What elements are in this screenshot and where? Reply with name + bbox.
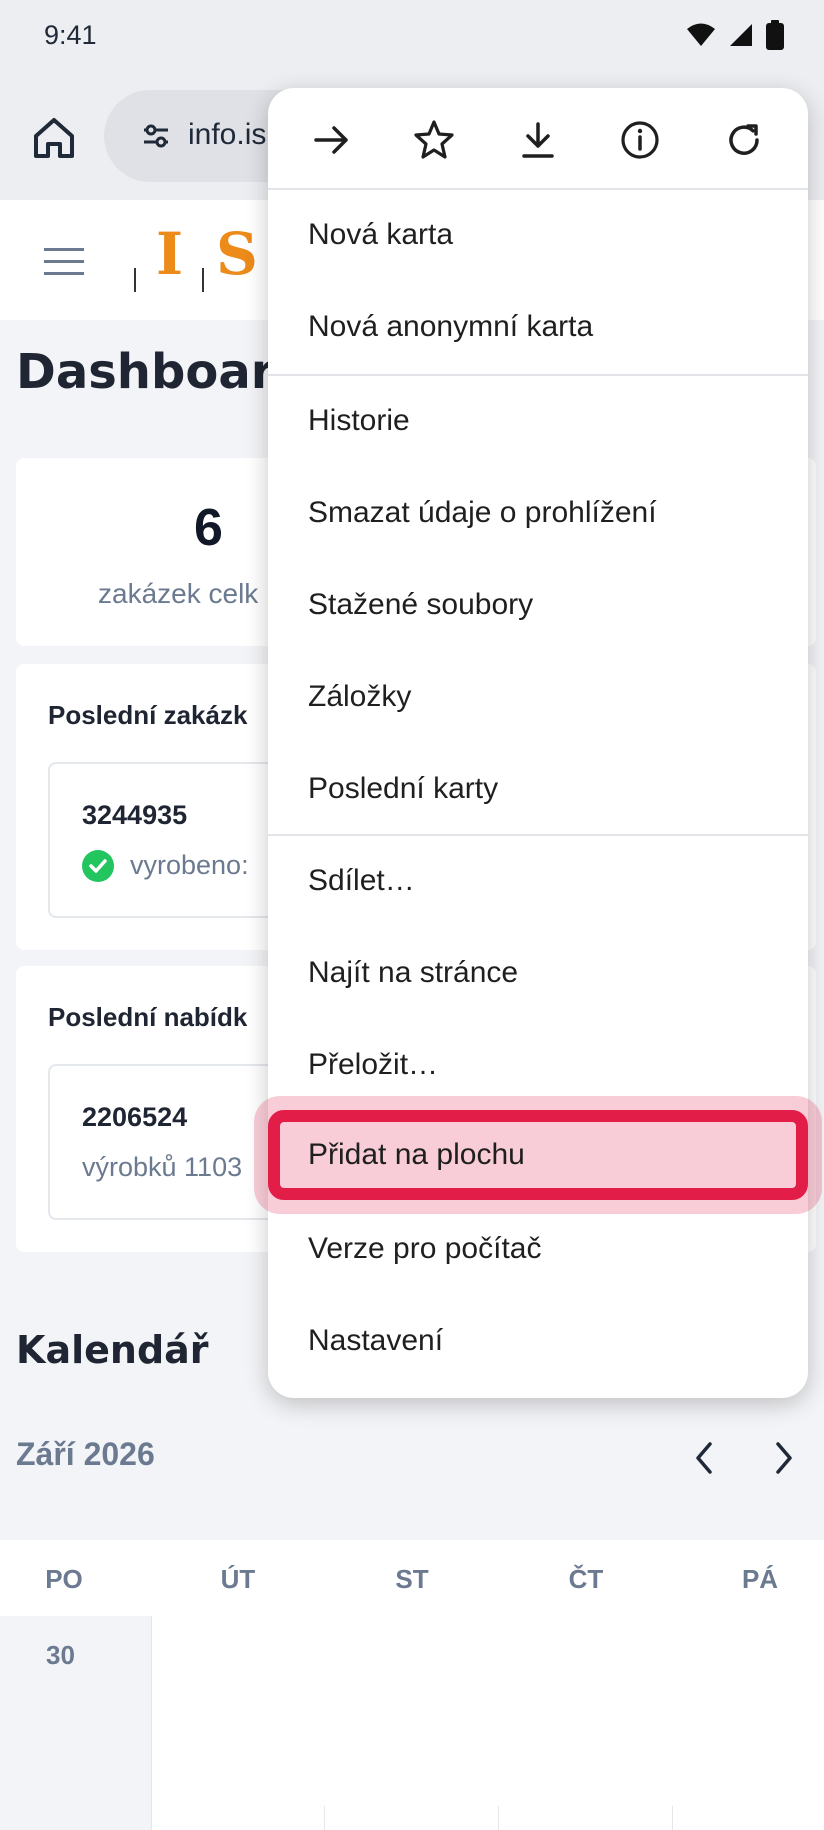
- menu-item-desktop-site[interactable]: Verze pro počítač: [268, 1206, 808, 1294]
- status-bar: 9:41: [0, 0, 824, 72]
- info-icon[interactable]: [618, 118, 662, 162]
- battery-icon: [766, 20, 784, 50]
- star-icon[interactable]: [412, 118, 456, 162]
- check-circle-icon: [82, 850, 114, 882]
- prev-month-icon[interactable]: [690, 1440, 718, 1476]
- signal-icon: [730, 24, 752, 46]
- menu-item-history[interactable]: Historie: [268, 378, 808, 466]
- menu-item-find-in-page[interactable]: Najít na stránce: [268, 930, 808, 1018]
- calendar-day-cell[interactable]: 30: [0, 1616, 152, 1830]
- offer-detail: výrobků 1103: [82, 1152, 243, 1182]
- hamburger-menu-icon[interactable]: [44, 246, 84, 278]
- weekday-thu: ČT: [568, 1564, 604, 1594]
- download-icon[interactable]: [516, 118, 560, 162]
- status-icons: [686, 20, 784, 50]
- calendar-day-number: 30: [46, 1640, 75, 1670]
- order-status: vyrobeno:: [130, 850, 249, 880]
- order-id: 3244935: [82, 800, 188, 830]
- browser-overflow-menu: Nová karta Nová anonymní karta Historie …: [254, 88, 822, 1398]
- reload-icon[interactable]: [722, 118, 766, 162]
- calendar-grid: 30: [0, 1616, 824, 1830]
- menu-item-new-tab[interactable]: Nová karta: [268, 192, 808, 280]
- stat-number: 6: [194, 499, 223, 557]
- site-settings-icon[interactable]: [140, 120, 172, 152]
- weekday-tue: ÚT: [220, 1564, 256, 1594]
- stat-label: zakázek celk: [98, 578, 259, 609]
- home-icon[interactable]: [28, 112, 80, 164]
- wifi-icon: [687, 23, 715, 46]
- menu-toolbar: [268, 88, 808, 188]
- menu-item-recent-tabs[interactable]: Poslední karty: [268, 746, 808, 834]
- menu-item-bookmarks[interactable]: Záložky: [268, 654, 808, 742]
- offer-id: 2206524: [82, 1102, 188, 1132]
- page-title: Dashboard: [16, 344, 309, 400]
- forward-icon[interactable]: [310, 118, 354, 162]
- weekday-fri: PÁ: [741, 1564, 779, 1594]
- recent-orders-title: Poslední zakázk: [48, 700, 248, 730]
- weekday-mon: PO: [45, 1564, 83, 1594]
- menu-item-share[interactable]: Sdílet…: [268, 838, 808, 926]
- weekday-wed: ST: [395, 1564, 429, 1594]
- highlight-outline: [268, 1110, 808, 1200]
- menu-item-clear-browsing-data[interactable]: Smazat údaje o prohlížení: [268, 470, 808, 558]
- menu-item-new-incognito-tab[interactable]: Nová anonymní karta: [268, 284, 808, 372]
- menu-item-downloads[interactable]: Stažené soubory: [268, 562, 808, 650]
- calendar-weekday-header: PO ÚT ST ČT PÁ: [0, 1540, 824, 1616]
- calendar-month: Září 2026: [16, 1436, 155, 1472]
- site-logo[interactable]: I S: [130, 220, 290, 300]
- menu-item-settings[interactable]: Nastavení: [268, 1298, 808, 1386]
- recent-offers-title: Poslední nabídk: [48, 1002, 248, 1032]
- next-month-icon[interactable]: [770, 1440, 798, 1476]
- calendar-title: Kalendář: [16, 1328, 209, 1372]
- url-text: info.is: [188, 118, 267, 151]
- status-time: 9:41: [44, 20, 97, 50]
